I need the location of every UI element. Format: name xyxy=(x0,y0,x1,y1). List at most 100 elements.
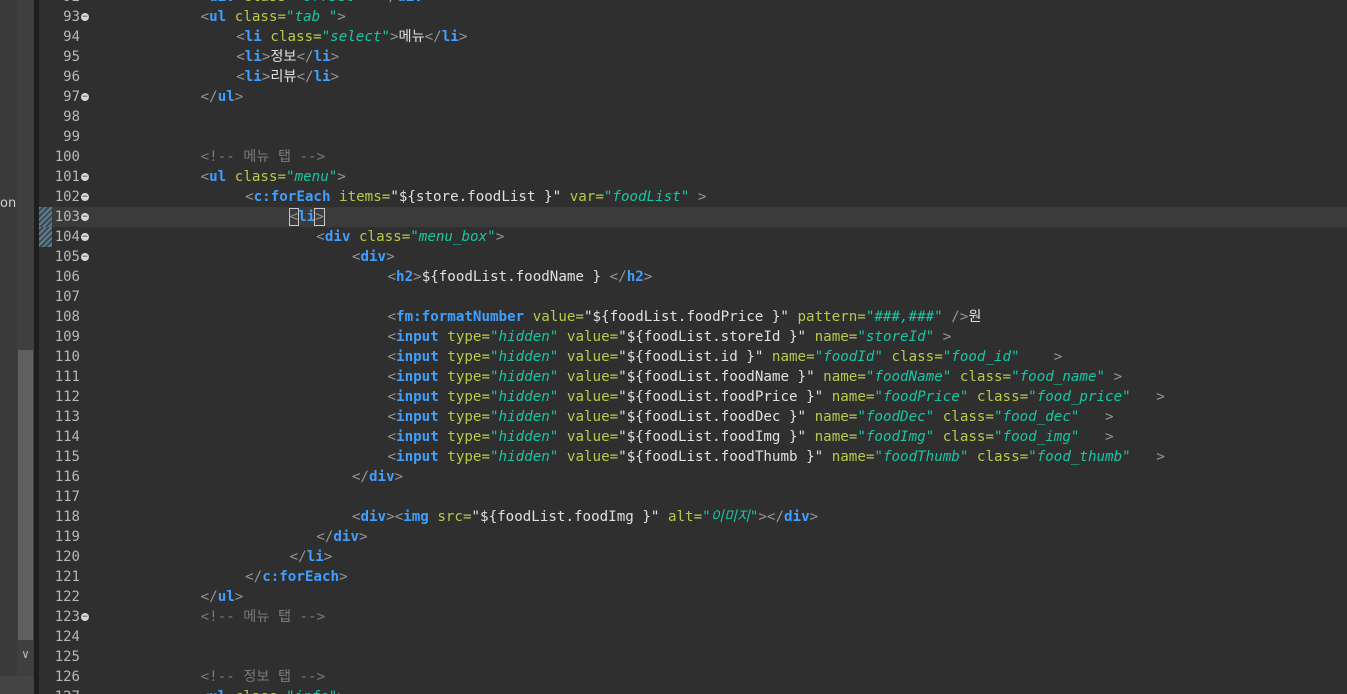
code-token: name= xyxy=(823,389,875,405)
code-token: alt= xyxy=(659,509,703,525)
code-token: 리뷰 xyxy=(270,69,297,85)
code-line[interactable]: 115 <input type="hidden" value="${foodLis… xyxy=(39,447,1347,467)
code-token: </ xyxy=(296,49,314,65)
code-token: c:forEach xyxy=(262,569,340,585)
code-token: "menu" xyxy=(286,169,338,185)
code-line[interactable]: 123− <!-- 메뉴 탭 --> xyxy=(39,607,1347,627)
code-token: </ xyxy=(289,549,307,565)
code-token: li xyxy=(244,69,262,85)
code-text: </c:forEach> xyxy=(245,567,348,587)
code-line[interactable]: 119 </div> xyxy=(39,527,1347,547)
code-token: > xyxy=(394,469,404,485)
fold-toggle-icon[interactable]: − xyxy=(81,13,89,22)
code-token: class= xyxy=(882,349,943,365)
code-line[interactable]: 112 <input type="hidden" value="${foodLis… xyxy=(39,387,1347,407)
code-token: "food_img" xyxy=(994,429,1080,445)
code-token: > xyxy=(809,509,819,525)
code-line[interactable]: 96 <li>리뷰</li> xyxy=(39,67,1347,87)
code-line[interactable]: 98 xyxy=(39,107,1347,127)
code-line[interactable]: 97− </ul> xyxy=(39,87,1347,107)
code-token: li xyxy=(298,209,316,225)
code-line[interactable]: 93− <ul class="tab "> xyxy=(39,7,1347,27)
code-token: div xyxy=(209,0,235,5)
left-panel-scrollbar[interactable]: ∨ xyxy=(17,0,34,694)
code-line[interactable]: 99 xyxy=(39,127,1347,147)
code-line[interactable]: 94 <li class="select">메뉴</li> xyxy=(39,27,1347,47)
code-line[interactable]: 106 <h2>${foodList.foodName } </h2> xyxy=(39,267,1347,287)
code-line[interactable]: 92<div class="offset" ></div> xyxy=(39,0,1347,7)
left-panel: on ∨ xyxy=(0,0,34,694)
code-line[interactable]: 125 xyxy=(39,647,1347,667)
code-token: c:forEach xyxy=(253,189,331,205)
code-token: pattern= xyxy=(788,309,866,325)
code-token: <!-- 메뉴 탭 --> xyxy=(200,609,326,625)
scrollbar-thumb[interactable] xyxy=(18,350,33,640)
code-token: "hidden" xyxy=(490,449,559,465)
code-line[interactable]: 120 </li> xyxy=(39,547,1347,567)
fold-toggle-icon[interactable]: − xyxy=(81,233,89,242)
line-number: 127 xyxy=(39,687,80,694)
code-token: < xyxy=(236,69,245,85)
code-line[interactable]: 100 <!-- 메뉴 탭 --> xyxy=(39,147,1347,167)
code-line[interactable]: 117 xyxy=(39,487,1347,507)
fold-toggle-icon[interactable]: − xyxy=(81,93,89,102)
code-token: < xyxy=(236,49,245,65)
matching-bracket-highlight: < xyxy=(288,208,300,226)
code-token: "${foodList.foodImg }" xyxy=(618,429,807,445)
code-token: < xyxy=(387,269,397,285)
code-token: < xyxy=(201,689,210,694)
code-line[interactable]: 111 <input type="hidden" value="${foodLis… xyxy=(39,367,1347,387)
code-line[interactable]: 102− <c:forEach items="${store.foodList }… xyxy=(39,187,1347,207)
scroll-down-arrow-icon[interactable]: ∨ xyxy=(17,644,34,664)
code-token: "foodName" xyxy=(865,369,952,385)
code-line[interactable]: 127 <ul class="info"> xyxy=(39,687,1347,694)
code-line[interactable]: 103− <li> xyxy=(39,207,1347,227)
code-text: </ul> xyxy=(201,87,244,107)
code-text: <div><img src="${foodList.foodImg }" alt… xyxy=(352,507,818,527)
fold-toggle-icon[interactable]: − xyxy=(81,613,89,622)
fold-toggle-icon[interactable]: − xyxy=(81,253,89,262)
fold-toggle-icon[interactable]: − xyxy=(81,213,89,222)
fold-toggle-icon[interactable]: − xyxy=(81,173,89,182)
code-token: li xyxy=(441,29,459,45)
code-line[interactable]: 116 </div> xyxy=(39,467,1347,487)
code-line[interactable]: 109 <input type="hidden" value="${foodLis… xyxy=(39,327,1347,347)
code-token: > xyxy=(330,69,340,85)
code-line[interactable]: 122 </ul> xyxy=(39,587,1347,607)
code-line[interactable]: 121 </c:forEach> xyxy=(39,567,1347,587)
code-text: <li class="select">메뉴</li> xyxy=(236,27,467,47)
fold-toggle-icon[interactable]: − xyxy=(81,193,89,202)
code-token: </ xyxy=(296,69,314,85)
code-line[interactable]: 110 <input type="hidden" value="${foodLis… xyxy=(39,347,1347,367)
code-line[interactable]: 101− <ul class="menu"> xyxy=(39,167,1347,187)
code-token: > xyxy=(495,229,505,245)
code-token: value= xyxy=(524,309,584,325)
line-number: 95 xyxy=(63,49,80,65)
code-token: "foodDec" xyxy=(857,409,935,425)
code-token: div xyxy=(784,509,810,525)
code-line[interactable]: 105− <div> xyxy=(39,247,1347,267)
code-line[interactable]: 104− <div class="menu_box"> xyxy=(39,227,1347,247)
code-token: class= xyxy=(226,9,287,25)
code-line[interactable]: 95 <li>정보</li> xyxy=(39,47,1347,67)
code-text: </ul> xyxy=(201,587,244,607)
code-text: <input type="hidden" value="${foodList.f… xyxy=(388,427,1114,447)
code-editor[interactable]: 92<div class="offset" ></div>93−<ul clas… xyxy=(39,0,1347,694)
code-token: "${foodList.foodName }" xyxy=(618,369,815,385)
code-token: "hidden" xyxy=(490,329,559,345)
line-number: 124 xyxy=(54,629,80,645)
code-token: < xyxy=(201,0,210,5)
code-line[interactable]: 118 <div><img src="${foodList.foodImg }" … xyxy=(39,507,1347,527)
code-text: </div> xyxy=(352,467,403,487)
code-token: name= xyxy=(763,349,815,365)
code-line[interactable]: 124 xyxy=(39,627,1347,647)
code-line[interactable]: 108 <fm:formatNumber value="${foodList.fo… xyxy=(39,307,1347,327)
code-token: > xyxy=(330,49,340,65)
code-token: value= xyxy=(558,349,619,365)
code-line[interactable]: 113 <input type="hidden" value="${foodLis… xyxy=(39,407,1347,427)
code-token: >< xyxy=(386,509,404,525)
code-line[interactable]: 126 <!-- 정보 탭 --> xyxy=(39,667,1347,687)
code-line[interactable]: 107 xyxy=(39,287,1347,307)
code-token: 원 xyxy=(968,309,982,325)
code-line[interactable]: 114 <input type="hidden" value="${foodLis… xyxy=(39,427,1347,447)
